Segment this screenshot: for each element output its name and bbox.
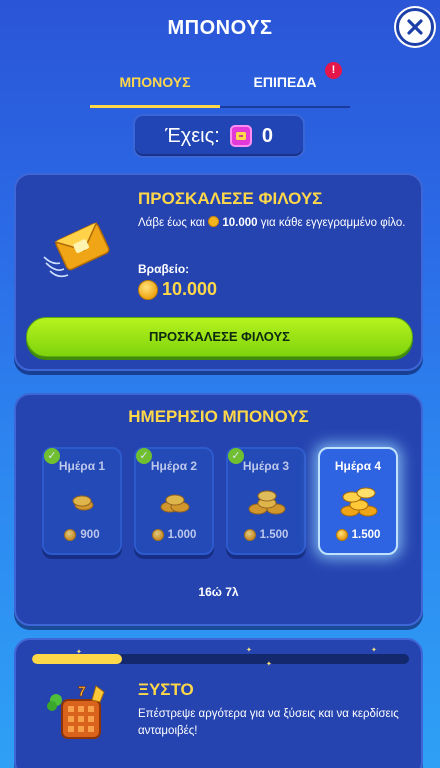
scratch-title: ΞΥΣΤΟ xyxy=(138,680,194,699)
daily-bonus-card: ΗΜΕΡΗΣΙΟ ΜΠΟΝΟΥΣ ✓ Ημέρα 1 900 ✓ Ημέρα 2… xyxy=(14,393,423,626)
day-card-4[interactable]: Ημέρα 4 1.500 xyxy=(318,447,398,555)
coin-icon xyxy=(335,529,348,541)
day-amount-value: 1.500 xyxy=(351,529,381,541)
envelope-icon xyxy=(43,222,110,278)
page-title: ΜΠΟΝΟΥΣ xyxy=(167,17,273,39)
tab-levels[interactable]: ΕΠΙΠΕΔΑ ! xyxy=(220,62,350,108)
scratch-card: ✦ ✦ ✦ ✦ 7 ΞΥΣΤΟ Επέστρεψε αργότερα για ν… xyxy=(14,638,423,768)
close-button[interactable] xyxy=(396,8,434,46)
invite-description: Λάβε έως και 10.000 για κάθε εγγεγραμμέν… xyxy=(138,215,408,232)
prize-value: 10.000 xyxy=(162,279,218,299)
invite-desc-before: Λάβε έως και xyxy=(138,217,205,229)
sparkle-icon: ✦ xyxy=(371,647,377,654)
day-amount-value: 900 xyxy=(80,529,100,541)
day-card-1[interactable]: ✓ Ημέρα 1 900 xyxy=(42,447,122,555)
day-amount: 900 xyxy=(44,529,120,541)
day-label: Ημέρα 4 xyxy=(334,459,382,473)
invite-title: ΠΡΟΣΚΑΛΕΣΕ ΦΙΛΟΥΣ xyxy=(138,189,323,208)
day-label: Ημέρα 3 xyxy=(242,459,290,473)
invite-card: ΠΡΟΣΚΑΛΕΣΕ ΦΙΛΟΥΣ Λάβε έως και 10.000 γι… xyxy=(14,173,423,371)
ticket-icon xyxy=(229,125,252,147)
day-amount: 1.000 xyxy=(136,529,212,541)
coins-icon xyxy=(248,490,286,515)
day-label: Ημέρα 1 xyxy=(58,459,106,473)
coins-icon xyxy=(160,494,190,513)
tab-bonus-label: ΜΠΟΝΟΥΣ xyxy=(119,74,191,90)
coin-icon xyxy=(243,529,256,541)
close-icon xyxy=(407,19,423,35)
tab-bonus[interactable]: ΜΠΟΝΟΥΣ xyxy=(90,62,220,108)
coins-icon xyxy=(72,495,94,511)
balance-value: 0 xyxy=(261,124,273,147)
daily-bonus-title: ΗΜΕΡΗΣΙΟ ΜΠΟΝΟΥΣ xyxy=(128,407,309,426)
coin-icon xyxy=(208,216,220,227)
day-label: Ημέρα 2 xyxy=(150,459,198,473)
day-amount: 1.500 xyxy=(228,529,304,541)
tab-bar: ΜΠΟΝΟΥΣ ΕΠΙΠΕΔΑ ! xyxy=(90,62,350,110)
invite-desc-amount: 10.000 xyxy=(222,217,258,229)
invite-friends-button[interactable]: ΠΡΟΣΚΑΛΕΣΕ ΦΙΛΟΥΣ xyxy=(26,317,413,357)
svg-text:7: 7 xyxy=(78,683,86,699)
alert-badge: ! xyxy=(325,62,342,79)
day-amount-value: 1.500 xyxy=(259,529,289,541)
scratch-description: Επέστρεψε αργότερα για να ξύσεις και να … xyxy=(138,708,399,737)
coin-icon xyxy=(151,529,164,541)
coins-icon xyxy=(340,487,378,517)
day-amount-value: 1.000 xyxy=(167,529,197,541)
prize-row: 10.000 xyxy=(138,279,217,300)
sparkle-icon: ✦ xyxy=(76,649,82,656)
header: ΜΠΟΝΟΥΣ xyxy=(0,0,440,60)
scratch-progress-bar xyxy=(32,654,409,664)
sparkle-icon: ✦ xyxy=(266,661,272,668)
day-card-2[interactable]: ✓ Ημέρα 2 1.000 xyxy=(134,447,214,555)
tab-levels-label: ΕΠΙΠΕΔΑ xyxy=(253,74,317,90)
countdown-timer: 16ώ 7λ xyxy=(198,585,239,599)
balance-panel: Έχεις: 0 xyxy=(133,114,305,158)
invite-desc-after: για κάθε εγγεγραμμένο φίλο. xyxy=(260,217,406,229)
scratch-ticket-icon: 7 xyxy=(47,683,105,739)
balance-label: Έχεις: xyxy=(165,124,220,147)
coin-icon xyxy=(138,279,158,300)
coin-icon xyxy=(64,529,77,541)
sparkle-icon: ✦ xyxy=(246,647,252,654)
day-amount: 1.500 xyxy=(320,529,396,541)
prize-label: Βραβείο: xyxy=(138,262,190,276)
day-card-3[interactable]: ✓ Ημέρα 3 1.500 xyxy=(226,447,306,555)
